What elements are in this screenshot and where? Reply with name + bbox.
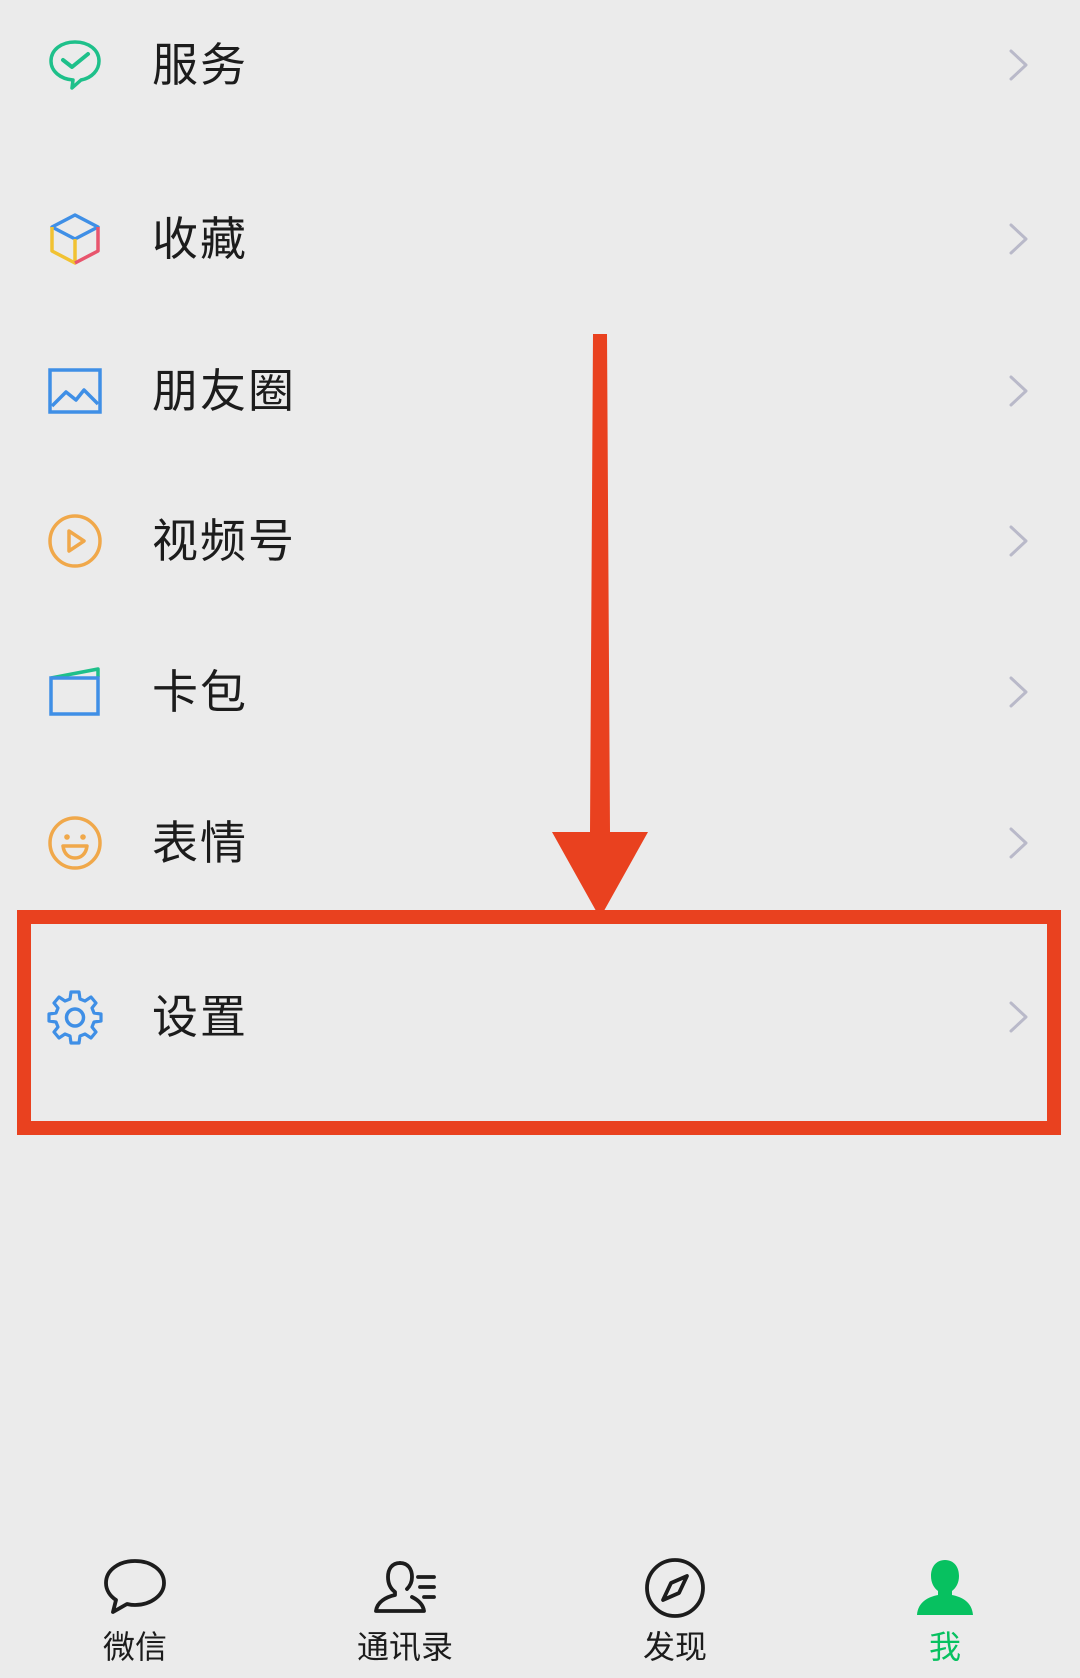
person-icon — [912, 1555, 978, 1621]
chevron-right-icon — [1008, 222, 1030, 256]
tab-discover[interactable]: 发现 — [575, 1545, 775, 1678]
bottom-tab-bar: 微信 通讯录 发现 我 — [0, 1545, 1080, 1678]
contacts-icon — [372, 1555, 438, 1621]
channels-play-icon — [46, 512, 104, 570]
menu-item-label: 视频号 — [152, 514, 296, 568]
menu-item-favorites[interactable]: 收藏 — [0, 178, 1080, 298]
cards-wallet-icon — [46, 663, 104, 721]
tab-contacts[interactable]: 通讯录 — [305, 1545, 505, 1678]
favorites-cube-icon — [46, 210, 104, 268]
menu-item-label: 卡包 — [152, 665, 248, 719]
chevron-right-icon — [1008, 524, 1030, 558]
chevron-right-icon — [1008, 48, 1030, 82]
menu-item-label: 朋友圈 — [152, 364, 296, 418]
menu-item-label: 收藏 — [152, 212, 248, 266]
tab-label: 我 — [928, 1628, 961, 1666]
annotation-arrow — [552, 334, 648, 918]
annotation-highlight-box — [17, 910, 1061, 1135]
stickers-smiley-icon — [46, 814, 104, 872]
chevron-right-icon — [1008, 826, 1030, 860]
menu-item-label: 表情 — [152, 816, 248, 870]
tab-me[interactable]: 我 — [845, 1545, 1045, 1678]
moments-photo-icon — [46, 362, 104, 420]
service-check-icon — [46, 36, 104, 94]
compass-icon — [642, 1555, 708, 1621]
tab-label: 发现 — [642, 1628, 707, 1666]
menu-item-service[interactable]: 服务 — [0, 4, 1080, 124]
chevron-right-icon — [1008, 374, 1030, 408]
menu-item-label: 服务 — [152, 38, 248, 92]
tab-chats[interactable]: 微信 — [35, 1545, 235, 1678]
chevron-right-icon — [1008, 675, 1030, 709]
tab-label: 微信 — [102, 1628, 167, 1666]
tab-label: 通讯录 — [356, 1628, 453, 1666]
chat-bubble-icon — [102, 1555, 168, 1621]
